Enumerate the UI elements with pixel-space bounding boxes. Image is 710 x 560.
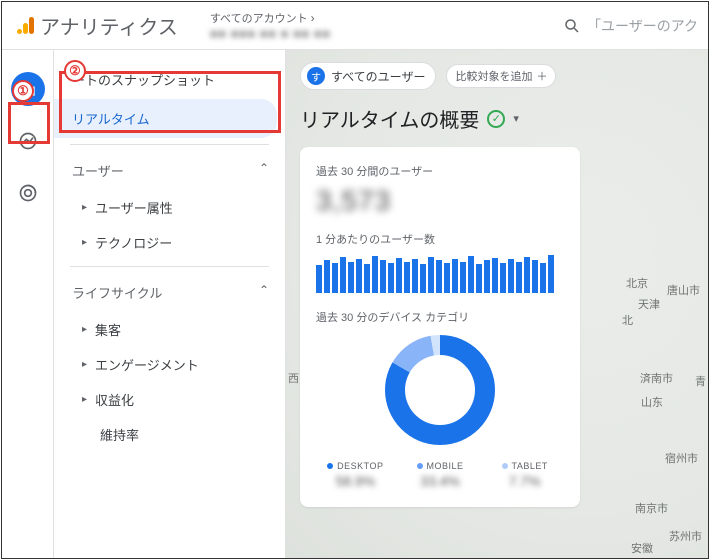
map-label-suzhou1: 苏州市 <box>669 528 702 544</box>
chip-badge: す <box>307 67 325 85</box>
search-box[interactable]: 「ユーザーのアク <box>563 16 698 36</box>
legend-tablet-label: TABLET <box>485 461 564 471</box>
nav-engagement[interactable]: ▸ エンゲージメント <box>54 347 285 382</box>
search-placeholder: 「ユーザーのアク <box>587 16 698 36</box>
add-comparison-chip[interactable]: 比較対象を追加 ＋ <box>446 64 556 88</box>
nav-engagement-label: エンゲージメント <box>95 355 199 374</box>
legend-tablet: TABLET 7.7% <box>485 461 564 489</box>
caret-icon: ▸ <box>82 237 87 248</box>
nav-retention-label: 維持率 <box>100 425 139 444</box>
chip-all-users-label: すべてのユーザー <box>331 68 425 85</box>
search-icon <box>563 17 581 35</box>
annotation-2: ② <box>64 60 86 82</box>
map-label-shandong: 山东 <box>641 394 663 410</box>
chevron-right-icon: › <box>311 11 315 25</box>
nav-user-attributes[interactable]: ▸ ユーザー属性 <box>54 190 285 225</box>
map-label-tianjin: 天津 <box>638 296 660 312</box>
nav-monetization-label: 収益化 <box>95 390 134 409</box>
legend-mobile-label: MOBILE <box>401 461 480 471</box>
ga-logo <box>14 15 36 37</box>
legend-desktop-label: DESKTOP <box>316 461 395 471</box>
map-label-jinan: 済南市 <box>640 370 673 386</box>
legend-mobile-value: 33.4% <box>401 473 480 489</box>
map-label-xi: 西 <box>288 370 299 386</box>
account-detail: ■■ ■■■ ■■ ■ ■■ ■■ <box>210 26 331 41</box>
account-selector[interactable]: すべてのアカウント › ■■ ■■■ ■■ ■ ■■ ■■ <box>210 10 331 41</box>
users-30min-value: 3,573 <box>316 185 564 217</box>
nav-snapshot-label: ートのスナップショット <box>72 70 215 89</box>
users-30min-label: 過去 30 分間のユーザー <box>316 163 564 179</box>
nav-section-user-label: ユーザー <box>72 161 124 180</box>
nav-acquisition[interactable]: ▸ 集客 <box>54 312 285 347</box>
caret-icon: ▸ <box>82 324 87 335</box>
nav-technology-label: テクノロジー <box>95 233 172 252</box>
chevron-down-icon[interactable]: ▾ <box>513 112 519 125</box>
rail-advertising-button[interactable] <box>11 176 45 210</box>
account-label: すべてのアカウント <box>210 10 308 26</box>
legend-tablet-value: 7.7% <box>485 473 564 489</box>
device-30min-label: 過去 30 分のデバイス カテゴリ <box>316 309 564 325</box>
map-label-bei: 北 <box>622 312 633 328</box>
caret-icon: ▸ <box>82 202 87 213</box>
nav-acquisition-label: 集客 <box>95 320 121 339</box>
nav-user-attributes-label: ユーザー属性 <box>95 198 173 217</box>
brand-title: アナリティクス <box>40 11 178 40</box>
caret-icon: ▸ <box>82 359 87 370</box>
map-label-anhui: 安徽 <box>631 540 653 556</box>
users-per-min-bars <box>316 253 564 293</box>
legend-desktop: DESKTOP 58.9% <box>316 461 395 489</box>
nav-section-user[interactable]: ユーザー ⌃ <box>54 151 285 190</box>
map-label-suzhou2: 宿州市 <box>665 450 698 466</box>
chevron-up-icon: ⌃ <box>259 161 269 180</box>
legend-mobile: MOBILE 33.4% <box>401 461 480 489</box>
realtime-card: 過去 30 分間のユーザー 3,573 1 分あたりのユーザー数 過去 30 分… <box>300 147 580 507</box>
map-label-nanjing: 南京市 <box>635 500 668 516</box>
annotation-1: ① <box>12 80 34 102</box>
nav-snapshot[interactable]: ートのスナップショット <box>54 60 285 99</box>
map-label-qing: 青 <box>695 373 706 389</box>
caret-icon: ▸ <box>82 394 87 405</box>
nav-monetization[interactable]: ▸ 収益化 <box>54 382 285 417</box>
device-donut-chart <box>385 335 495 445</box>
divider <box>70 144 269 145</box>
segment-all-users-chip[interactable]: す すべてのユーザー <box>300 62 436 90</box>
divider <box>70 266 269 267</box>
map-label-beijing: 北京 <box>626 275 648 291</box>
page-title: リアルタイムの概要 <box>300 104 479 133</box>
chevron-up-icon: ⌃ <box>259 283 269 302</box>
nav-retention[interactable]: 維持率 <box>54 417 285 452</box>
users-per-min-label: 1 分あたりのユーザー数 <box>316 231 564 247</box>
nav-section-lifecycle-label: ライフサイクル <box>72 283 162 302</box>
legend-desktop-value: 58.9% <box>316 473 395 489</box>
nav-technology[interactable]: ▸ テクノロジー <box>54 225 285 260</box>
add-comparison-label: 比較対象を追加 <box>455 68 532 84</box>
nav-realtime[interactable]: リアルタイム <box>54 99 277 138</box>
nav-section-lifecycle[interactable]: ライフサイクル ⌃ <box>54 273 285 312</box>
map-label-tangshan: 唐山市 <box>667 282 700 298</box>
check-circle-icon: ✓ <box>487 110 505 128</box>
rail-explore-button[interactable] <box>11 124 45 158</box>
plus-icon: ＋ <box>536 68 547 84</box>
nav-realtime-label: リアルタイム <box>72 109 150 128</box>
